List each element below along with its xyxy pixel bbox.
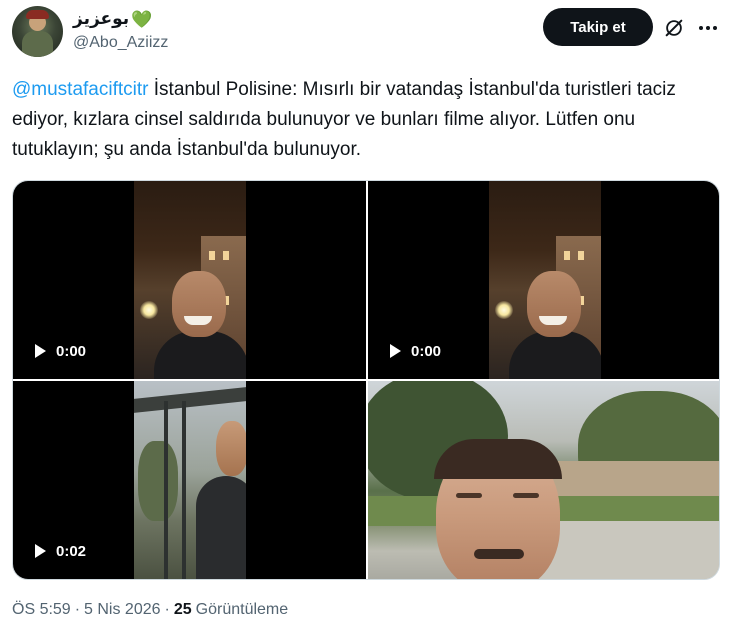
more-icon[interactable] bbox=[697, 17, 719, 39]
video-duration: 0:02 bbox=[56, 542, 87, 560]
tweet-date[interactable]: 5 Nis 2026 bbox=[84, 601, 161, 619]
play-indicator[interactable]: 0:02 bbox=[35, 541, 105, 561]
video-frame bbox=[134, 381, 246, 579]
follow-button[interactable]: Takip et bbox=[543, 8, 653, 46]
play-icon bbox=[35, 344, 46, 358]
video-frame bbox=[489, 181, 601, 379]
views-count: 25 bbox=[173, 601, 192, 618]
views-label: Görüntüleme bbox=[195, 601, 289, 618]
photo-thumbnail[interactable] bbox=[368, 381, 719, 579]
meta-separator: · bbox=[164, 601, 170, 618]
grok-icon[interactable] bbox=[663, 17, 685, 39]
video-thumbnail-1[interactable]: 0:00 bbox=[13, 181, 366, 379]
user-handle[interactable]: @Abo_Aziizz bbox=[73, 34, 168, 52]
video-duration: 0:00 bbox=[56, 342, 87, 360]
tweet-meta: ÖS 5:59 · 5 Nis 2026 · 25 Görüntüleme bbox=[12, 601, 288, 619]
video-thumbnail-2[interactable]: 0:00 bbox=[368, 181, 719, 379]
tweet-text: @mustafaciftcitr İstanbul Polisine: Mısı… bbox=[12, 75, 712, 165]
mention-link[interactable]: @mustafaciftcitr bbox=[12, 79, 148, 100]
play-icon bbox=[390, 344, 401, 358]
meta-separator: · bbox=[74, 601, 81, 618]
play-indicator[interactable]: 0:00 bbox=[35, 341, 105, 361]
play-indicator[interactable]: 0:00 bbox=[390, 341, 460, 361]
display-name[interactable]: بوعزيز 💚 bbox=[73, 9, 152, 29]
video-frame bbox=[134, 181, 246, 379]
avatar[interactable] bbox=[12, 6, 63, 57]
play-icon bbox=[35, 544, 46, 558]
media-grid: 0:00 0:00 0:02 bbox=[12, 180, 720, 580]
tweet-time[interactable]: ÖS 5:59 bbox=[12, 601, 71, 619]
video-duration: 0:00 bbox=[411, 342, 442, 360]
green-heart-icon: 💚 bbox=[131, 9, 153, 29]
video-thumbnail-3[interactable]: 0:02 bbox=[13, 381, 366, 579]
display-name-text[interactable]: بوعزيز bbox=[73, 9, 129, 29]
